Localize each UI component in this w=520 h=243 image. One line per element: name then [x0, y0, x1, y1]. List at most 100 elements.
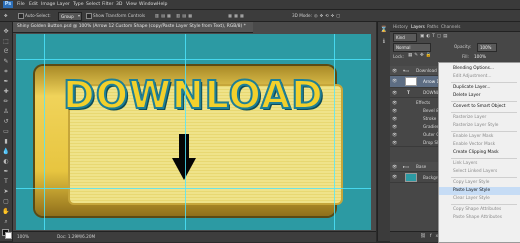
fill-label: Fill: [462, 54, 470, 59]
align-icons[interactable]: ▥▤▦ ▥▤▦ [155, 13, 194, 18]
menu-item-rasterize-layer-style[interactable]: Rasterize Layer Style [439, 122, 520, 130]
fill-value[interactable]: 100% [474, 54, 486, 59]
background-color-swatch[interactable] [5, 232, 12, 239]
opacity-field[interactable]: 100% [477, 43, 497, 52]
menu-edit[interactable]: Edit [29, 2, 38, 7]
move-tool-icon[interactable]: ✥ [4, 13, 8, 18]
stamp-tool-icon[interactable]: ♙ [2, 108, 10, 116]
chevron-down-icon: ▾ [77, 13, 80, 18]
dodge-tool-icon[interactable]: ◐ [2, 158, 10, 166]
auto-select-value: Group [61, 14, 74, 19]
3d-mode-label: 3D Mode: [292, 13, 313, 18]
menu-item-edit-adjustment[interactable]: Edit Adjustment... [439, 73, 520, 81]
menu-file[interactable]: File [17, 2, 25, 7]
menu-separator [451, 131, 517, 132]
show-transform-checkbox[interactable] [86, 13, 92, 19]
menu-view[interactable]: View [126, 2, 137, 7]
tab-history[interactable]: History [393, 24, 408, 29]
menu-filter[interactable]: Filter [102, 2, 113, 7]
quick-select-tool-icon[interactable]: ✎ [2, 58, 10, 66]
lasso-tool-icon[interactable]: ᘓ [2, 48, 10, 56]
tab-layers[interactable]: Layers [411, 24, 425, 29]
menu-separator [451, 177, 517, 178]
layer-name: Base [416, 164, 427, 169]
type-tool-icon[interactable]: T [2, 178, 10, 186]
healing-tool-icon[interactable]: ✚ [2, 88, 10, 96]
document-tab[interactable]: Shiny Golden Button.psd @ 100% (Arrow 12… [13, 22, 253, 33]
eye-icon[interactable]: 👁 [392, 78, 397, 84]
lock-label: Lock: [393, 54, 404, 59]
menu-item-create-clipping-mask[interactable]: Create Clipping Mask [439, 149, 520, 157]
path-select-tool-icon[interactable]: ➤ [2, 188, 10, 196]
eye-icon[interactable]: 👁 [392, 140, 397, 146]
pen-tool-icon[interactable]: ✒ [2, 168, 10, 176]
menu-item-paste-shape-attributes[interactable]: Paste Shape Attributes [439, 214, 520, 222]
folder-icon: ▾▭ [403, 68, 410, 73]
menu-layer[interactable]: Layer [57, 2, 70, 7]
status-bar: 100% Doc: 1.29M/6.20M [13, 231, 376, 242]
zoom-tool-icon[interactable]: ⌕ [2, 218, 10, 226]
document-tab-title: Shiny Golden Button.psd @ 100% (Arrow 12… [17, 24, 246, 29]
menu-type[interactable]: Type [73, 2, 84, 7]
crop-tool-icon[interactable]: ⌗ [2, 68, 10, 76]
menu-window[interactable]: Window [139, 2, 157, 7]
tab-paths[interactable]: Paths [427, 24, 438, 29]
menu-help[interactable]: Help [157, 2, 167, 7]
tab-channels[interactable]: Channels [441, 24, 460, 29]
menu-item-clear-layer-style[interactable]: Clear Layer Style [439, 195, 520, 203]
eye-icon[interactable]: 👁 [392, 164, 397, 170]
filter-icons[interactable]: ▣◐T▢▤ [420, 34, 449, 39]
shape-tool-icon[interactable]: ▢ [2, 198, 10, 206]
hand-tool-icon[interactable]: ✋ [2, 208, 10, 216]
panel-tabs: History Layers Paths Channels [390, 22, 520, 32]
distribute-icons[interactable]: ▦▦▦ [228, 13, 246, 18]
lock-icons[interactable]: ▦✎✥🔒 [408, 53, 433, 58]
layer-context-menu: Blending Options... Edit Adjustment... D… [438, 62, 520, 243]
guide-line-horizontal [16, 188, 371, 189]
doc-size-info[interactable]: Doc: 1.29M/6.20M [57, 234, 95, 239]
menu-item-select-linked-layers[interactable]: Select Linked Layers [439, 168, 520, 176]
menu-item-delete-layer[interactable]: Delete Layer [439, 92, 520, 100]
menu-image[interactable]: Image [41, 2, 55, 7]
guide-line-vertical [44, 34, 45, 230]
menu-separator [451, 158, 517, 159]
eye-icon[interactable]: 👁 [392, 68, 397, 74]
background-thumbnail [405, 173, 417, 182]
auto-select-checkbox[interactable] [18, 13, 24, 19]
eraser-tool-icon[interactable]: ▭ [2, 128, 10, 136]
menu-3d[interactable]: 3D [116, 2, 122, 7]
photoshop-logo: Ps [3, 1, 13, 8]
folder-icon: ▸▭ [403, 164, 410, 169]
opacity-value: 100% [480, 45, 492, 50]
blur-tool-icon[interactable]: 💧 [2, 148, 10, 156]
gradient-tool-icon[interactable]: ▮ [2, 138, 10, 146]
menu-item-convert-to-smart-object[interactable]: Convert to Smart Object [439, 103, 520, 111]
guide-line-vertical [334, 34, 335, 230]
canvas[interactable]: DOWNLOAD [16, 34, 371, 230]
brush-tool-icon[interactable]: ✏ [2, 98, 10, 106]
kind-dropdown[interactable]: Kind [393, 33, 417, 42]
tools-panel: ✥ ⬚ ᘓ ✎ ⌗ ✒ ✚ ✏ ♙ ↺ ▭ ▮ 💧 ◐ ✒ T ➤ ▢ ✋ ⌕ [0, 22, 13, 241]
menu-separator [451, 101, 517, 102]
properties-panel-icon[interactable]: ℹ [380, 38, 388, 46]
options-bar: ✥ Auto-Select: Group ▾ Show Transform Co… [0, 10, 520, 22]
guide-line-horizontal [16, 59, 371, 60]
marquee-tool-icon[interactable]: ⬚ [2, 38, 10, 46]
layer-name: Download [416, 68, 437, 73]
auto-select-dropdown[interactable]: Group ▾ [58, 12, 82, 21]
3d-mode-icons[interactable]: ◎✥⟲✣▢ [314, 13, 342, 18]
history-panel-icon[interactable]: ⌛ [380, 26, 388, 34]
eye-icon[interactable]: 👁 [392, 174, 397, 180]
eye-icon[interactable]: 👁 [392, 90, 397, 96]
blend-mode-dropdown[interactable]: Normal [393, 43, 431, 52]
zoom-level[interactable]: 100% [17, 234, 29, 239]
blend-row: Normal Opacity: 100% [390, 42, 520, 52]
blend-mode-value: Normal [396, 45, 411, 50]
menu-select[interactable]: Select [86, 2, 100, 7]
show-transform-label: Show Transform Controls [93, 13, 146, 18]
history-brush-tool-icon[interactable]: ↺ [2, 118, 10, 126]
move-tool-icon[interactable]: ✥ [2, 28, 10, 36]
effects-label: Effects [416, 100, 431, 105]
eyedropper-tool-icon[interactable]: ✒ [2, 78, 10, 86]
menu-bar: Ps File Edit Image Layer Type Select Fil… [0, 0, 520, 10]
